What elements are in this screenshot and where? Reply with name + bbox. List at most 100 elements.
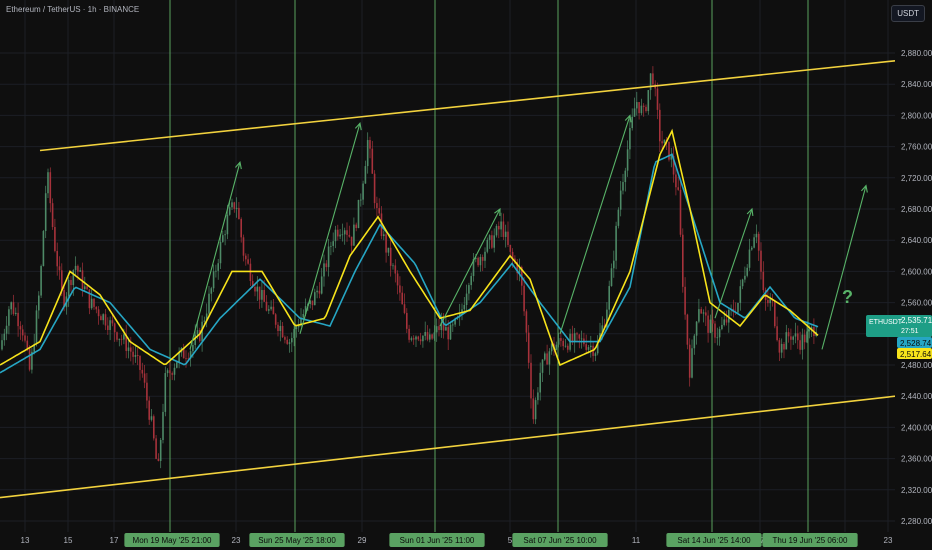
candle-body — [615, 225, 617, 261]
candle-body — [192, 345, 194, 352]
candle-body — [169, 370, 171, 374]
candle-body — [387, 247, 390, 253]
candle-body — [77, 265, 79, 272]
session-time-badge[interactable]: Sun 01 Jun '25 11:00 — [389, 533, 485, 547]
candle-body — [406, 312, 408, 329]
candle-body — [162, 411, 164, 441]
candle-body — [394, 265, 397, 274]
candle-body — [509, 244, 512, 252]
candle-body — [767, 300, 769, 304]
candle-body — [626, 149, 629, 171]
trend-arrow-line[interactable] — [559, 115, 631, 334]
candle-body — [279, 325, 282, 332]
candle-body — [171, 373, 173, 375]
candle-body — [332, 241, 334, 246]
candle-body — [256, 286, 259, 292]
candle-body — [194, 334, 196, 346]
candle-body — [61, 270, 63, 291]
candle-body — [389, 247, 392, 266]
candle-body — [203, 320, 206, 322]
candle-body — [484, 251, 486, 261]
candle-body — [438, 326, 440, 331]
session-time-badge[interactable]: Thu 19 Jun '25 06:00 — [762, 533, 858, 547]
candle-body — [254, 286, 256, 292]
price-axis-label: 2,640.00 — [901, 236, 932, 245]
candle-body — [247, 259, 249, 264]
candle-body — [465, 293, 468, 306]
candle-body — [261, 290, 263, 300]
candle-body — [311, 300, 314, 306]
candle-body — [330, 245, 332, 247]
candle-body — [277, 324, 279, 332]
session-time-badge[interactable]: Mon 19 May '25 21:00 — [124, 533, 220, 547]
candle-body — [424, 332, 426, 336]
session-time-badge[interactable]: Sat 14 Jun '25 14:00 — [666, 533, 762, 547]
candle-body — [100, 316, 102, 321]
candle-body — [286, 339, 288, 344]
candle-body — [495, 225, 498, 236]
current-price-badge[interactable]: ETHUSDT2,535.71 27:51 — [866, 315, 932, 337]
candle-body — [157, 458, 160, 461]
candle-body — [445, 327, 447, 331]
candle-body — [449, 324, 452, 340]
candle-body — [410, 338, 413, 340]
candle-body — [493, 235, 495, 248]
price-axis-label: 2,760.00 — [901, 143, 932, 152]
candle-body — [222, 235, 224, 242]
candle-body — [688, 344, 691, 378]
currency-badge[interactable]: USDT — [891, 5, 925, 22]
candle-body — [134, 354, 137, 357]
candle-body — [488, 235, 491, 240]
trend-arrow-line[interactable] — [821, 185, 867, 350]
candle-body — [780, 343, 783, 353]
candle-body — [97, 309, 100, 317]
channel-lower-line[interactable] — [0, 395, 896, 499]
candle-body — [422, 335, 424, 342]
time-axis-label: 29 — [358, 536, 367, 545]
candle-body — [120, 338, 123, 340]
trend-arrow-line[interactable] — [189, 162, 241, 350]
candle-body — [652, 73, 654, 85]
candle-body — [226, 214, 229, 235]
candle-body — [541, 359, 544, 373]
candle-body — [806, 331, 808, 343]
candle-body — [318, 290, 321, 294]
candle-body — [548, 351, 551, 365]
candle-body — [3, 333, 6, 341]
session-badge-label: Thu 19 Jun '25 06:00 — [773, 536, 848, 545]
candle-body — [74, 265, 77, 271]
candle-body — [429, 334, 431, 340]
candle-body — [293, 329, 295, 339]
candle-body — [534, 400, 537, 420]
candle-body — [369, 140, 371, 149]
candle-body — [399, 285, 401, 293]
candle-body — [208, 293, 210, 314]
candle-body — [498, 225, 500, 230]
candles-layer — [1, 66, 817, 469]
candle-body — [392, 265, 394, 267]
candle-body — [468, 285, 470, 294]
candle-body — [721, 324, 723, 330]
candle-body — [532, 398, 535, 420]
candle-body — [746, 267, 748, 276]
candle-body — [274, 314, 277, 325]
candle-body — [783, 343, 785, 350]
session-time-badge[interactable]: Sat 07 Jun '25 10:00 — [512, 533, 608, 547]
candle-body — [714, 323, 716, 338]
candle-body — [249, 263, 252, 282]
candle-body — [491, 235, 493, 248]
candle-body — [803, 334, 806, 343]
session-badge-label: Sat 14 Jun '25 14:00 — [677, 536, 751, 545]
candle-body — [231, 202, 233, 208]
question-mark-annotation: ? — [842, 287, 853, 307]
candle-body — [578, 334, 581, 339]
candle-body — [116, 332, 118, 340]
candle-body — [166, 370, 169, 374]
session-time-badge[interactable]: Sun 25 May '25 18:00 — [249, 533, 345, 547]
channel-upper-line[interactable] — [39, 60, 896, 152]
price-chart[interactable]: 2,880.00 2,840.00 2,800.00 2,760.00 2,720.00… — [0, 0, 932, 550]
price-axis-label: 2,480.00 — [901, 361, 932, 370]
candle-body — [527, 332, 530, 363]
candle-body — [376, 203, 378, 209]
candle-body — [645, 106, 647, 112]
